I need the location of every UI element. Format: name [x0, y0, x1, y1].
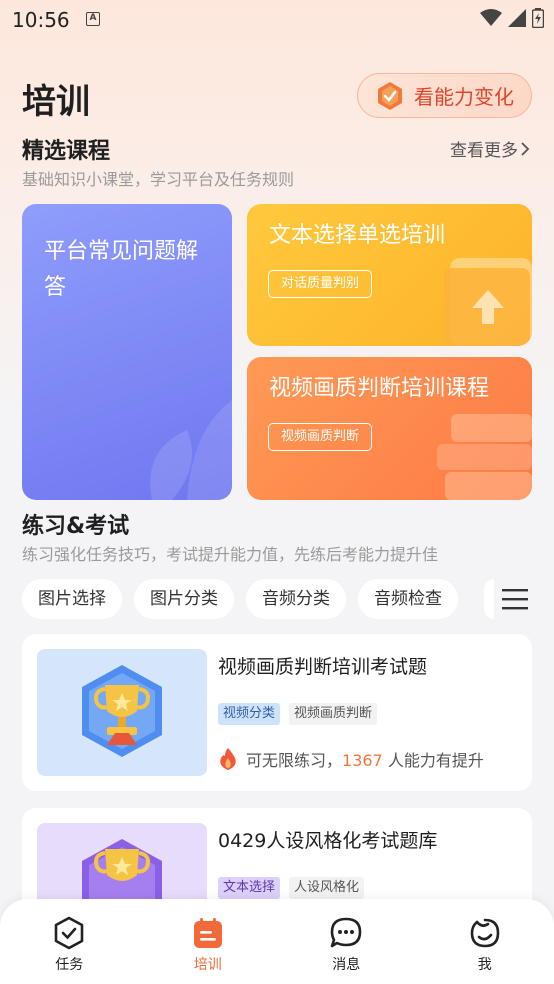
leaf-decoration-icon: [150, 400, 232, 500]
bottom-tab-bar: 任务 培训 消息 我: [0, 899, 554, 984]
exam-thumbnail: [37, 649, 207, 776]
upload-book-icon: [444, 258, 532, 346]
books-stack-icon: [437, 414, 532, 500]
featured-section-subtitle: 基础知识小课堂，学习平台及任务规则: [22, 170, 295, 189]
tab-label: 培训: [193, 957, 222, 973]
practice-section-subtitle: 练习强化任务技巧，考试提升能力值，先练后考能力提升佳: [22, 545, 439, 564]
course-card-text-selection[interactable]: 文本选择单选培训 对话质量判别: [247, 204, 532, 346]
view-more-label: 查看更多: [450, 141, 518, 161]
status-icons: [480, 8, 544, 28]
practice-info: 可无限练习，1367 人能力有提升: [218, 747, 484, 771]
tab-label: 我: [477, 957, 492, 973]
course-card-title: 文本选择单选培训: [269, 223, 446, 248]
training-icon: [193, 918, 222, 948]
category-chips: 图片选择 图片分类 音频分类 音频检查: [22, 579, 458, 619]
exam-title: 0429人设风格化考试题库: [218, 830, 438, 852]
tab-label: 任务: [55, 957, 84, 973]
tab-message[interactable]: 消息: [277, 899, 416, 984]
course-card-tag: 视频画质判断: [268, 423, 373, 451]
course-card-faq[interactable]: 平台常见问题解 答: [22, 204, 232, 500]
chip-audio-classification[interactable]: 音频分类: [246, 579, 346, 619]
improved-suffix: 人能力有提升: [382, 751, 484, 770]
notification-icon: A: [86, 12, 100, 26]
fire-icon: [220, 748, 236, 770]
shield-badge-icon: [378, 81, 402, 110]
course-card-tag: 对话质量判别: [268, 270, 373, 298]
hamburger-menu-icon: [502, 589, 528, 610]
tab-task[interactable]: 任务: [0, 899, 139, 984]
view-more-link[interactable]: 查看更多: [450, 136, 530, 161]
signal-icon: [508, 9, 526, 27]
wifi-icon: [480, 9, 502, 26]
course-card-title: 视频画质判断培训课程: [269, 376, 490, 401]
tab-label: 消息: [332, 957, 361, 973]
practice-section-title: 练习&考试: [22, 514, 130, 539]
message-icon: [330, 917, 362, 948]
featured-section-title: 精选课程: [22, 139, 111, 164]
status-time: 10:56: [12, 8, 70, 32]
exam-name-tag: 人设风格化: [289, 877, 365, 899]
course-card-title: 平台常见问题解 答: [44, 239, 199, 300]
view-ability-change-button[interactable]: 看能力变化: [357, 73, 532, 118]
exam-type-tag: 视频分类: [218, 703, 281, 725]
improved-count: 1367: [342, 751, 383, 770]
ability-button-label: 看能力变化: [414, 85, 514, 109]
chip-image-classification[interactable]: 图片分类: [134, 579, 234, 619]
chip-audio-check[interactable]: 音频检查: [358, 579, 458, 619]
trophy-icon: [82, 665, 162, 757]
exam-type-tag: 文本选择: [218, 877, 281, 899]
category-menu-button[interactable]: [484, 579, 554, 619]
tab-me[interactable]: 我: [416, 899, 554, 984]
chip-image-selection[interactable]: 图片选择: [22, 579, 122, 619]
task-check-icon: [54, 916, 84, 950]
tab-training[interactable]: 培训: [139, 899, 278, 984]
chevron-right-icon: [521, 141, 530, 156]
profile-icon: [470, 918, 500, 948]
exam-card[interactable]: 视频画质判断培训考试题 视频分类 视频画质判断 可无限练习，1367 人能力有提…: [22, 634, 532, 791]
battery-icon: [532, 8, 544, 28]
exam-title: 视频画质判断培训考试题: [218, 656, 428, 678]
page-title: 培训: [22, 82, 90, 122]
exam-name-tag: 视频画质判断: [289, 703, 378, 725]
course-card-video-quality[interactable]: 视频画质判断培训课程 视频画质判断: [247, 357, 532, 500]
practice-text: 可无限练习，: [246, 751, 343, 770]
